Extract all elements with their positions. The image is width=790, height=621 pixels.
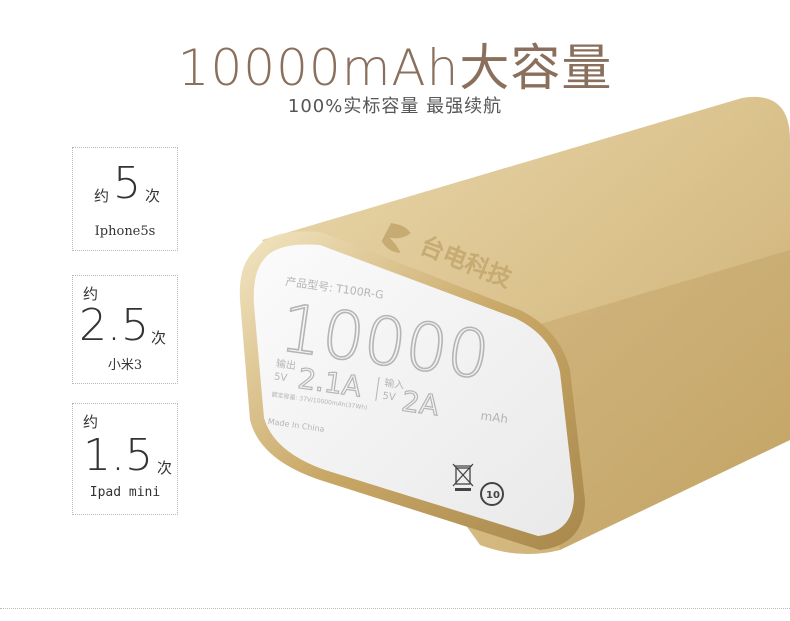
input-current: 2A xyxy=(400,385,441,423)
bottom-divider xyxy=(0,608,790,609)
power-bank-illustration: 台电科技 产品型号: T100R-G 10000 mAh 输出 5V 2.1A … xyxy=(239,96,790,555)
recycle-mark: 10 xyxy=(486,490,500,501)
output-voltage: 5V xyxy=(273,371,288,384)
input-voltage: 5V xyxy=(382,391,397,404)
